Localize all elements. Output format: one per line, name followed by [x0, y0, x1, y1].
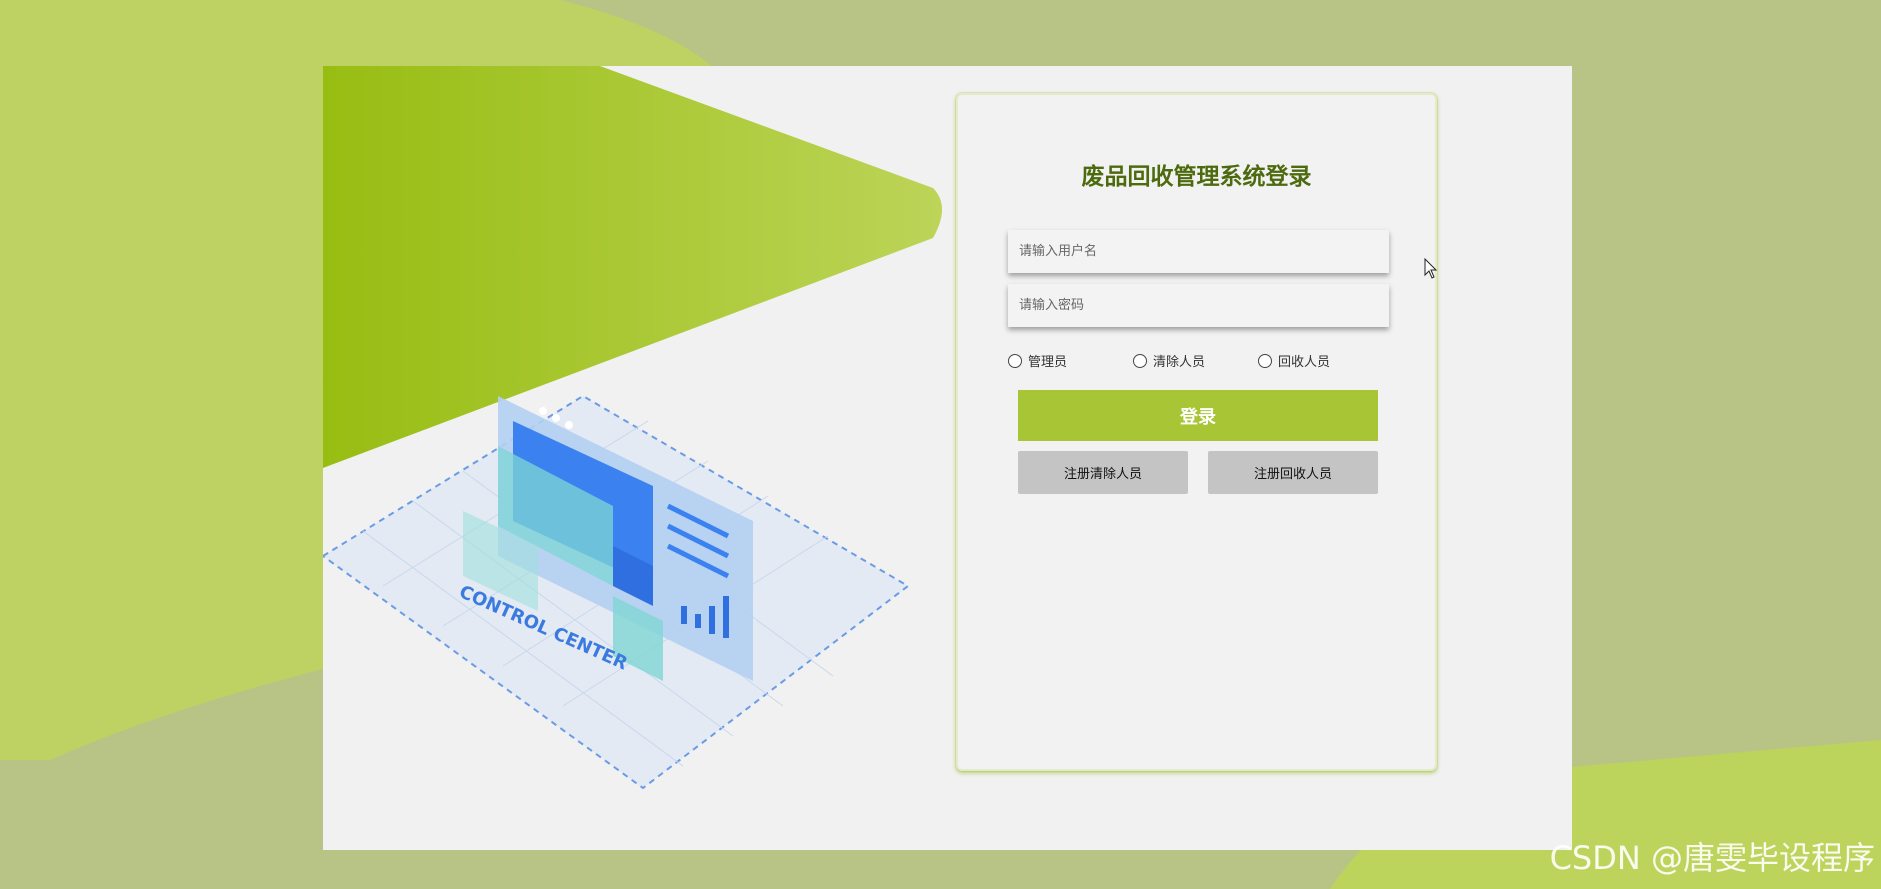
login-panel: 废品回收管理系统登录 管理员 清除人员 回收人员 登录 注册清除人员 注册回收人…: [956, 93, 1437, 771]
username-input[interactable]: [1008, 230, 1389, 273]
role-option-recycler[interactable]: 回收人员: [1258, 351, 1330, 370]
role-option-cleaner[interactable]: 清除人员: [1133, 351, 1205, 370]
password-input[interactable]: [1008, 284, 1389, 327]
radio-icon[interactable]: [1133, 353, 1147, 368]
login-stage: CONTROL CENTER 废品回收管理系统登录 管理员 清除人员 回收人员 …: [323, 66, 1572, 850]
role-selector: 管理员 清除人员 回收人员: [1008, 351, 1389, 371]
radio-icon[interactable]: [1258, 353, 1272, 368]
role-option-admin[interactable]: 管理员: [1008, 351, 1067, 370]
mouse-cursor-icon: [1424, 258, 1438, 279]
role-label-cleaner: 清除人员: [1153, 355, 1206, 370]
role-label-admin: 管理员: [1028, 355, 1068, 370]
role-label-recycler: 回收人员: [1278, 355, 1331, 370]
username-field-wrapper: [1008, 230, 1389, 273]
login-button[interactable]: 登录: [1018, 390, 1378, 441]
password-field-wrapper: [1008, 284, 1389, 327]
radio-icon[interactable]: [1008, 353, 1022, 368]
watermark: CSDN @唐雯毕设程序: [1549, 839, 1875, 877]
register-cleaner-button[interactable]: 注册清除人员: [1018, 451, 1188, 494]
register-recycler-button[interactable]: 注册回收人员: [1208, 451, 1378, 494]
login-title: 废品回收管理系统登录: [1081, 164, 1312, 190]
